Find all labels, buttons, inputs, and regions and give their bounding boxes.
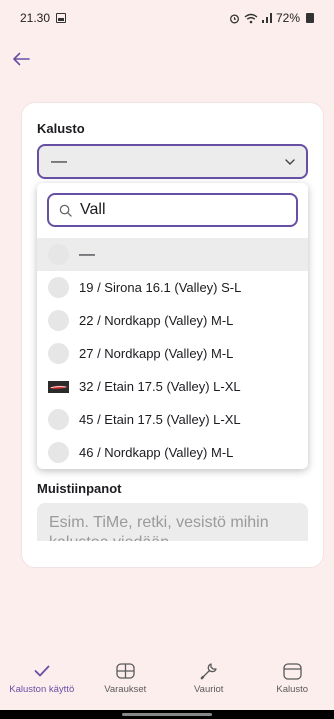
- dropdown-option[interactable]: 27 / Nordkapp (Valley) M-L: [37, 337, 308, 370]
- option-avatar: [48, 310, 69, 331]
- back-button[interactable]: [8, 48, 34, 70]
- option-avatar: [48, 442, 69, 463]
- notes-textarea[interactable]: Esim. TiMe, retki, vesistö mihin kalusto…: [37, 503, 308, 541]
- status-bar: 21.30 72%: [0, 0, 334, 36]
- battery-percent: 72%: [275, 11, 300, 25]
- nav-label: Vauriot: [194, 684, 224, 695]
- option-avatar: [48, 244, 69, 265]
- nav-label: Kalusto: [276, 684, 309, 695]
- kayak-icon: [283, 662, 302, 680]
- option-label: 45 / Etain 17.5 (Valley) L-XL: [79, 412, 241, 427]
- option-avatar: [48, 277, 69, 298]
- equipment-select-value: —: [51, 152, 67, 170]
- equipment-select[interactable]: —: [37, 144, 308, 179]
- dropdown-option[interactable]: 46 / Nordkapp (Valley) M-L: [37, 436, 308, 469]
- option-label: 22 / Nordkapp (Valley) M-L: [79, 313, 234, 328]
- option-label: 27 / Nordkapp (Valley) M-L: [79, 346, 234, 361]
- gesture-bar: [0, 710, 334, 719]
- search-value: Vall: [80, 201, 106, 218]
- page: 21.30 72% Kalusto — Muistiinpanot Esim. …: [0, 0, 334, 719]
- calendar-grid-icon: [116, 662, 135, 680]
- dropdown-search-input[interactable]: Vall: [47, 193, 298, 227]
- notes-label: Muistiinpanot: [37, 481, 122, 496]
- dropdown-option[interactable]: 45 / Etain 17.5 (Valley) L-XL: [37, 403, 308, 436]
- option-avatar: [48, 343, 69, 364]
- alarm-icon: [229, 13, 239, 23]
- nav-item-damages[interactable]: Vauriot: [167, 648, 251, 704]
- nav-label: Kaluston käyttö: [9, 684, 75, 695]
- chevron-down-icon: [284, 158, 296, 166]
- nav-item-equipment-usage[interactable]: Kaluston käyttö: [0, 648, 84, 704]
- dropdown-option-none[interactable]: —: [37, 238, 308, 271]
- option-label: 46 / Nordkapp (Valley) M-L: [79, 445, 234, 460]
- signal-icon: [261, 13, 272, 23]
- option-label: 32 / Etain 17.5 (Valley) L-XL: [79, 379, 241, 394]
- nav-item-equipment[interactable]: Kalusto: [251, 648, 334, 704]
- wrench-icon: [200, 662, 218, 680]
- option-avatar: [48, 409, 69, 430]
- option-label: 19 / Sirona 16.1 (Valley) S-L: [79, 280, 242, 295]
- status-time: 21.30: [20, 11, 51, 25]
- search-icon: [59, 204, 72, 217]
- gallery-notification-icon: [56, 13, 67, 23]
- check-icon: [34, 662, 50, 680]
- dropdown-option[interactable]: 19 / Sirona 16.1 (Valley) S-L: [37, 271, 308, 304]
- arrow-left-icon: [13, 52, 30, 66]
- battery-icon: [306, 13, 314, 23]
- dropdown-option[interactable]: 22 / Nordkapp (Valley) M-L: [37, 304, 308, 337]
- status-time-group: 21.30: [20, 11, 67, 25]
- kayak-thumbnail: [48, 380, 69, 394]
- notes-placeholder: Esim. TiMe, retki, vesistö mihin kalusto…: [49, 514, 269, 541]
- wifi-icon: [244, 13, 258, 23]
- status-indicators: 72%: [229, 11, 314, 25]
- home-indicator[interactable]: [122, 713, 212, 716]
- bottom-navigation: Kaluston käyttö Varaukset Vauriot Kalust…: [0, 648, 334, 704]
- equipment-dropdown: Vall — 19 / Sirona 16.1 (Valley) S-L 22 …: [37, 183, 308, 469]
- option-label: —: [79, 245, 95, 263]
- dropdown-option[interactable]: 32 / Etain 17.5 (Valley) L-XL: [37, 370, 308, 403]
- equipment-label: Kalusto: [37, 121, 85, 136]
- nav-item-reservations[interactable]: Varaukset: [84, 648, 168, 704]
- nav-label: Varaukset: [104, 684, 147, 695]
